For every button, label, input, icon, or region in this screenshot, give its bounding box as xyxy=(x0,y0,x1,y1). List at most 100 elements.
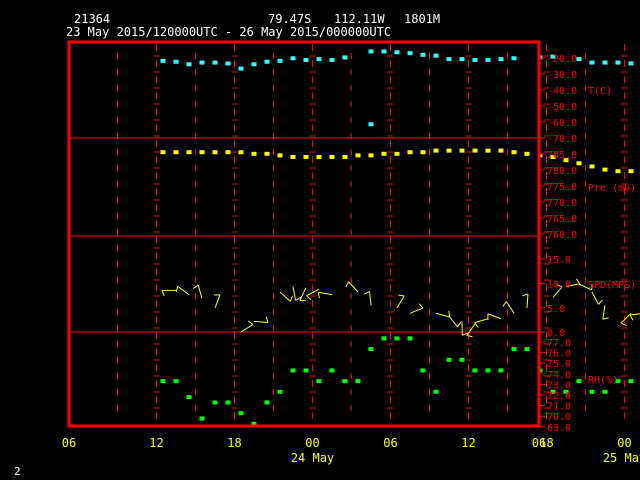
wind-barb xyxy=(409,307,424,314)
wind-barb xyxy=(591,291,600,305)
data-point xyxy=(576,161,582,166)
data-point xyxy=(264,59,270,64)
data-point xyxy=(303,58,309,62)
wind-barb-feather xyxy=(522,293,529,297)
data-point xyxy=(212,400,218,405)
data-point xyxy=(238,150,244,155)
data-point xyxy=(511,150,517,155)
x-tick-label: 12 xyxy=(149,436,163,450)
wind-barb xyxy=(466,323,476,336)
wind-barb-feather xyxy=(345,281,349,288)
data-point xyxy=(290,56,296,61)
station-longitude: 112.11W xyxy=(334,12,385,26)
wind-barb xyxy=(487,313,502,320)
x-tick-label: 06 xyxy=(62,436,76,450)
data-point xyxy=(329,58,335,62)
data-point xyxy=(173,150,179,155)
data-point xyxy=(589,60,595,65)
x-tick-label: 00 xyxy=(305,436,319,450)
data-point xyxy=(420,368,426,373)
wind-barb-feather xyxy=(247,320,254,325)
wind-barb xyxy=(526,293,529,309)
data-point xyxy=(602,389,608,394)
wind-barb xyxy=(435,312,450,318)
data-point xyxy=(459,57,465,62)
wind-barb-feather xyxy=(317,292,320,299)
data-point xyxy=(602,167,608,172)
y-tick-label: 73.0 xyxy=(547,380,571,391)
data-point xyxy=(290,368,296,373)
y-tick-label: 77.0 xyxy=(547,338,571,349)
data-point xyxy=(277,153,283,158)
y-tick-label: 5.0 xyxy=(547,304,565,315)
wind-barb-feather xyxy=(575,278,581,285)
data-point xyxy=(225,150,231,155)
data-point xyxy=(615,60,621,65)
wind-barb-feather xyxy=(418,303,424,309)
data-point xyxy=(160,58,166,63)
y-tick-label: 76.0 xyxy=(547,349,571,360)
station-elevation: 1801M xyxy=(404,12,440,26)
data-point xyxy=(368,153,374,158)
time-period: 23 May 2015/120000UTC - 26 May 2015/0000… xyxy=(66,25,391,39)
data-point xyxy=(472,58,478,62)
data-point xyxy=(589,389,595,394)
wind-barb xyxy=(177,285,190,296)
data-point xyxy=(498,57,504,62)
data-point xyxy=(225,61,231,66)
data-point xyxy=(186,395,192,400)
wind-barb-feather xyxy=(161,290,165,297)
wind-barb xyxy=(240,324,254,333)
y-tick-label: 74.0 xyxy=(547,370,571,381)
y-tick-label: 72.0 xyxy=(547,391,571,402)
data-point xyxy=(628,379,634,384)
data-point xyxy=(381,336,387,341)
wind-barb xyxy=(253,320,268,324)
wind-barb-feather xyxy=(502,301,507,307)
data-point xyxy=(602,60,608,65)
y-tick-label: 71.0 xyxy=(547,402,571,413)
y-tick-label: 69.0 xyxy=(547,423,571,434)
data-point xyxy=(199,416,205,421)
data-point xyxy=(524,347,530,352)
y-tick-label: 785.0 xyxy=(547,150,577,161)
data-point xyxy=(381,151,387,156)
y-tick-label: -40.0 xyxy=(547,86,577,97)
data-point xyxy=(238,411,244,416)
data-point xyxy=(303,154,309,159)
data-point xyxy=(446,57,452,62)
data-point xyxy=(485,58,491,62)
wind-barb-feather xyxy=(598,299,603,305)
data-point xyxy=(329,154,335,159)
data-point xyxy=(511,56,517,61)
wind-barb xyxy=(292,286,297,301)
data-point xyxy=(160,379,166,384)
data-point xyxy=(446,148,452,153)
plot-axes: -20.0 -30.0 -40.0 -50.0 -60.0 -70.0 T(C) 785.0 7… xyxy=(62,54,640,465)
data-point xyxy=(576,379,582,384)
y-tick-label: 780.0 xyxy=(547,166,577,177)
data-point xyxy=(355,153,361,158)
y-tick-label: 760.0 xyxy=(547,230,577,241)
wind-barb-feather xyxy=(175,286,179,293)
x-date-label: 24 May xyxy=(291,451,334,465)
data-point xyxy=(407,336,413,341)
data-point xyxy=(511,347,517,352)
frame-number: 2 xyxy=(14,465,21,478)
y-tick-label: 765.0 xyxy=(547,214,577,225)
data-point xyxy=(199,150,205,155)
wind-barb-feather xyxy=(193,284,199,289)
x-tick-label: 00 xyxy=(617,436,631,450)
data-point xyxy=(160,150,166,155)
data-point xyxy=(277,58,283,63)
data-point xyxy=(433,389,439,394)
header: 21364 79.47S 112.11W 1801M 23 May 2015/1… xyxy=(66,12,440,39)
data-point xyxy=(407,51,413,56)
data-point xyxy=(329,368,335,373)
panel-label: SPD(MPS) xyxy=(588,280,636,291)
x-tick-label: 06 xyxy=(532,436,546,450)
y-tick-label: -50.0 xyxy=(547,102,577,113)
data-point xyxy=(394,336,400,341)
data-point xyxy=(394,151,400,156)
data-point xyxy=(485,368,491,373)
